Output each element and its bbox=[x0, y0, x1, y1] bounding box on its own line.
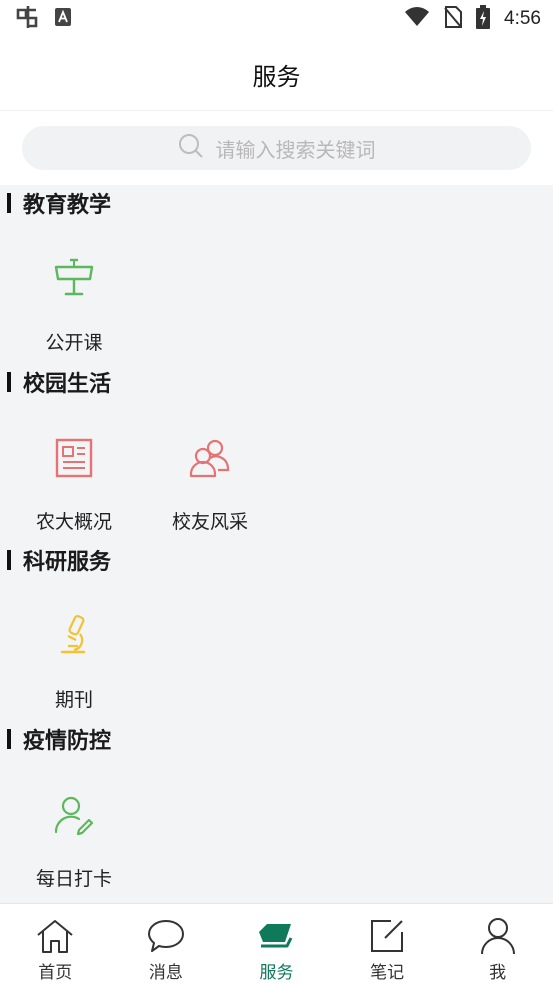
tab-messages[interactable]: 消息 bbox=[111, 904, 222, 983]
section-marker bbox=[7, 729, 11, 749]
status-bar: 4:56 bbox=[0, 0, 553, 38]
section-marker bbox=[7, 372, 11, 392]
section-marker bbox=[7, 550, 11, 570]
chat-bubble-icon bbox=[146, 916, 186, 956]
tab-label: 消息 bbox=[148, 963, 183, 983]
tab-services[interactable]: 服务 bbox=[221, 904, 332, 983]
page-header: 服务 bbox=[0, 38, 553, 111]
tab-notes[interactable]: 笔记 bbox=[332, 904, 443, 983]
tab-me[interactable]: 我 bbox=[442, 904, 553, 983]
layers-icon bbox=[256, 916, 296, 956]
wifi-icon bbox=[404, 7, 430, 31]
section-education: 教育教学 公开课 bbox=[0, 186, 553, 362]
service-item-open-course[interactable]: 公开课 bbox=[14, 232, 134, 362]
service-item-alumni[interactable]: 校友风采 bbox=[150, 411, 270, 541]
tab-label: 我 bbox=[489, 963, 507, 983]
person-icon bbox=[478, 916, 518, 956]
font-notification-icon bbox=[54, 7, 72, 31]
tab-label: 服务 bbox=[259, 963, 294, 983]
service-item-label: 期刊 bbox=[54, 689, 93, 711]
people-icon bbox=[185, 433, 235, 483]
section-title: 疫情防控 bbox=[23, 729, 112, 754]
section-marker bbox=[7, 193, 11, 213]
service-item-label: 校友风采 bbox=[171, 511, 248, 533]
section-title: 科研服务 bbox=[23, 550, 112, 575]
search-area: 请输入搜索关键词 bbox=[0, 111, 553, 185]
page-title: 服务 bbox=[252, 62, 301, 91]
search-input[interactable]: 请输入搜索关键词 bbox=[22, 126, 531, 170]
service-item-journal[interactable]: 期刊 bbox=[14, 589, 134, 719]
tab-label: 首页 bbox=[38, 963, 73, 983]
home-icon bbox=[35, 916, 75, 956]
user-edit-icon bbox=[49, 790, 99, 840]
note-edit-icon bbox=[367, 916, 407, 956]
section-research: 科研服务 期刊 bbox=[0, 543, 553, 719]
section-epidemic-control: 疫情防控 每日打卡 bbox=[0, 722, 553, 898]
status-time: 4:56 bbox=[504, 8, 541, 29]
service-item-university-overview[interactable]: 农大概况 bbox=[14, 411, 134, 541]
bottom-tab-bar: 首页 消息 服务 笔记 我 bbox=[0, 903, 553, 983]
section-campus-life: 校园生活 农大概况 校友风采 bbox=[0, 365, 553, 541]
section-title: 教育教学 bbox=[23, 193, 112, 218]
newspaper-icon bbox=[49, 433, 99, 483]
service-item-daily-checkin[interactable]: 每日打卡 bbox=[14, 768, 134, 898]
search-icon bbox=[178, 133, 204, 163]
tab-label: 笔记 bbox=[370, 963, 405, 983]
section-title: 校园生活 bbox=[23, 372, 112, 397]
battery-charging-icon bbox=[476, 5, 491, 33]
tab-home[interactable]: 首页 bbox=[0, 904, 111, 983]
microscope-icon bbox=[49, 611, 99, 661]
bug-notification-icon bbox=[14, 4, 40, 34]
podium-icon bbox=[49, 254, 99, 304]
service-item-label: 公开课 bbox=[45, 332, 103, 354]
service-item-label: 农大概况 bbox=[35, 511, 112, 533]
no-sim-icon bbox=[444, 6, 463, 32]
service-item-label: 每日打卡 bbox=[35, 868, 112, 890]
search-placeholder: 请输入搜索关键词 bbox=[215, 137, 376, 162]
